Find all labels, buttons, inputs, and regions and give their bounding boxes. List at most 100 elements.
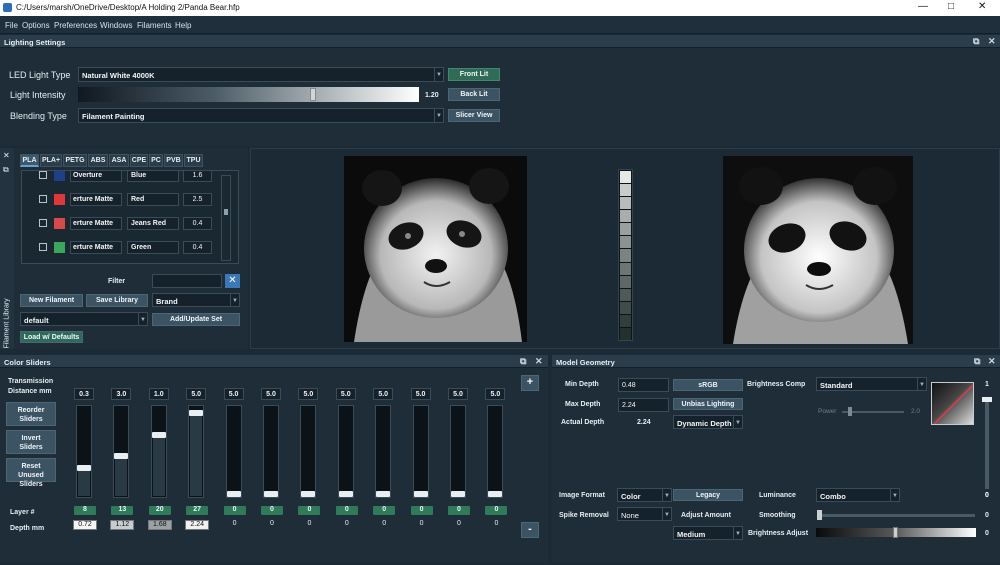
close-panel-icon[interactable]: ✕ — [535, 356, 543, 367]
list-scrollbar[interactable] — [221, 175, 231, 261]
td-input[interactable]: 5.0 — [298, 388, 319, 400]
slider-thumb[interactable] — [151, 432, 166, 438]
legacy-button[interactable]: Legacy — [673, 489, 743, 501]
filament-td-field[interactable]: 0.4 — [183, 241, 212, 254]
color-slider[interactable] — [337, 405, 354, 498]
slider-thumb[interactable] — [77, 465, 91, 471]
load-defaults-button[interactable]: Load w/ Defaults — [20, 331, 83, 343]
slider-thumb[interactable] — [189, 410, 204, 416]
td-input[interactable]: 5.0 — [410, 388, 431, 400]
tab-pla-plus[interactable]: PLA+ — [40, 154, 62, 167]
close-panel-icon[interactable]: ✕ — [988, 356, 996, 367]
invert-sliders-button[interactable]: Invert Sliders — [6, 430, 56, 454]
maximize-icon[interactable]: □ — [948, 1, 954, 12]
max-depth-input[interactable]: 2.24 — [618, 398, 669, 412]
brightness-comp-select[interactable]: Standard ▼ — [816, 377, 927, 391]
undock-icon[interactable]: ⧉ — [974, 356, 980, 367]
filament-set-select[interactable]: default ▼ — [20, 312, 148, 326]
tab-tpu[interactable]: TPU — [184, 154, 203, 167]
tab-cpe[interactable]: CPE — [130, 154, 148, 167]
close-icon[interactable]: ✕ — [978, 1, 986, 12]
color-slider[interactable] — [113, 405, 130, 498]
remove-slider-button[interactable]: - — [521, 522, 539, 538]
filament-color-field[interactable]: Red — [127, 193, 179, 206]
slider-thumb[interactable] — [451, 491, 465, 497]
min-depth-input[interactable]: 0.48 — [618, 378, 669, 392]
filament-row[interactable]: Overture Blue 1.6 — [22, 171, 218, 186]
filament-brand-field[interactable]: erture Matte — [70, 217, 122, 230]
filter-input[interactable] — [152, 274, 222, 288]
front-lit-button[interactable]: Front Lit — [448, 68, 500, 81]
slider-thumb[interactable] — [264, 491, 278, 497]
td-input[interactable]: 5.0 — [186, 388, 207, 400]
undock-icon[interactable]: ⧉ — [520, 356, 526, 367]
color-slider[interactable] — [375, 405, 392, 498]
tab-pla[interactable]: PLA — [20, 154, 39, 167]
menu-preferences[interactable]: Preferences — [54, 21, 97, 30]
td-input[interactable]: 5.0 — [373, 388, 394, 400]
luminance-select[interactable]: Combo ▼ — [816, 488, 900, 502]
undock-icon[interactable]: ⧉ — [3, 165, 9, 175]
td-input[interactable]: 5.0 — [335, 388, 356, 400]
source-image[interactable] — [344, 156, 527, 342]
filament-row[interactable]: erture Matte Jeans Red 0.4 — [22, 214, 218, 234]
light-intensity-slider[interactable] — [78, 87, 419, 102]
tab-abs[interactable]: ABS — [88, 154, 108, 167]
color-slider[interactable] — [150, 405, 167, 498]
filament-color-field[interactable]: Blue — [127, 171, 179, 182]
menu-file[interactable]: File — [5, 21, 18, 30]
filament-color-field[interactable]: Jeans Red — [127, 217, 179, 230]
color-slider[interactable] — [412, 405, 429, 498]
clear-filter-button[interactable]: ✕ — [225, 274, 240, 288]
td-input[interactable]: 5.0 — [448, 388, 468, 400]
tab-pc[interactable]: PC — [149, 154, 163, 167]
color-slider[interactable] — [300, 405, 317, 498]
slider-thumb[interactable] — [338, 491, 353, 497]
menu-filaments[interactable]: Filaments — [137, 21, 172, 30]
slider-handle[interactable] — [310, 88, 316, 101]
led-light-select[interactable]: Natural White 4000K ▼ — [78, 67, 444, 82]
filament-td-field[interactable]: 0.4 — [183, 217, 212, 230]
dynamic-depth-select[interactable]: Dynamic Depth ▼ — [673, 415, 743, 429]
close-library-icon[interactable]: ✕ — [3, 151, 10, 160]
filament-td-field[interactable]: 1.6 — [183, 171, 212, 182]
filament-checkbox[interactable] — [39, 219, 47, 227]
td-input[interactable]: 1.0 — [148, 388, 169, 400]
back-lit-button[interactable]: Back Lit — [448, 88, 500, 101]
spike-removal-select[interactable]: None ▼ — [617, 507, 672, 521]
slider-thumb[interactable] — [376, 491, 391, 497]
brand-select[interactable]: Brand ▼ — [152, 293, 240, 307]
curve-vertical-slider[interactable] — [982, 397, 992, 489]
filament-row[interactable]: erture Matte Red 2.5 — [22, 190, 218, 210]
menu-windows[interactable]: Windows — [100, 21, 132, 30]
filament-checkbox[interactable] — [39, 171, 47, 179]
preview-image[interactable] — [723, 156, 913, 344]
color-slider[interactable] — [76, 405, 92, 498]
slider-thumb[interactable] — [413, 491, 428, 497]
filament-checkbox[interactable] — [39, 195, 47, 203]
filament-brand-field[interactable]: erture Matte — [70, 241, 122, 254]
adjust-amount-select[interactable]: Medium ▼ — [673, 526, 743, 540]
td-input[interactable]: 5.0 — [485, 388, 506, 400]
td-input[interactable]: 0.3 — [74, 388, 94, 400]
power-slider[interactable] — [842, 407, 904, 416]
reorder-sliders-button[interactable]: Reorder Sliders — [6, 402, 56, 426]
srgb-button[interactable]: sRGB — [673, 379, 743, 391]
filament-checkbox[interactable] — [39, 243, 47, 251]
tab-petg[interactable]: PETG — [63, 154, 87, 167]
tab-pvb[interactable]: PVB — [164, 154, 183, 167]
filament-brand-field[interactable]: Overture — [70, 171, 122, 182]
smoothing-slider[interactable] — [817, 510, 975, 520]
td-input[interactable]: 3.0 — [111, 388, 132, 400]
menu-help[interactable]: Help — [175, 21, 191, 30]
add-slider-button[interactable]: + — [521, 375, 539, 391]
brightness-adjust-slider[interactable] — [816, 527, 976, 538]
filament-color-field[interactable]: Green — [127, 241, 179, 254]
color-slider[interactable] — [450, 405, 466, 498]
unbias-lighting-button[interactable]: Unbias Lighting — [673, 398, 743, 410]
filament-brand-field[interactable]: erture Matte — [70, 193, 122, 206]
slider-thumb[interactable] — [226, 491, 241, 497]
blending-type-select[interactable]: Filament Painting ▼ — [78, 108, 444, 123]
slicer-view-button[interactable]: Slicer View — [448, 109, 500, 122]
add-update-set-button[interactable]: Add/Update Set — [152, 313, 240, 326]
